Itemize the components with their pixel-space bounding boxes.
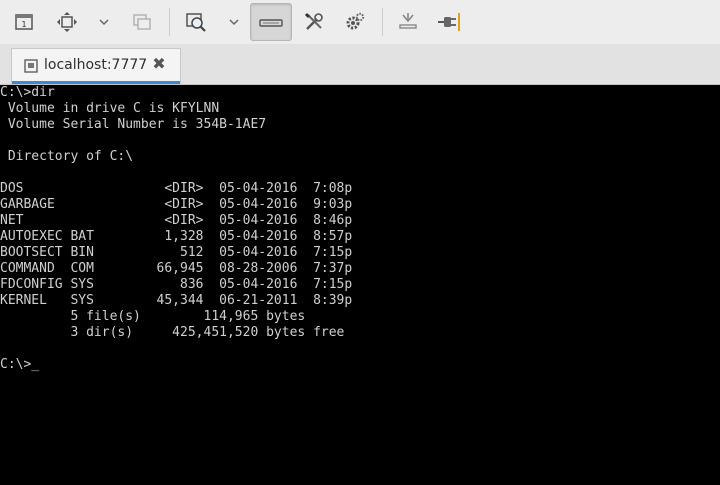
chevron-down-icon (99, 19, 109, 26)
windows-icon (133, 14, 151, 30)
download-button[interactable] (392, 3, 424, 41)
keyboard-button[interactable] (250, 3, 292, 41)
close-icon[interactable]: ✖ (151, 56, 167, 72)
tab-bar: localhost:7777 ✖ (0, 44, 720, 85)
keyboard-icon (259, 19, 283, 27)
fit-window-dropdown[interactable] (94, 3, 114, 41)
terminal-line: AUTOEXEC BAT 1,328 05-04-2016 8:57p (0, 229, 353, 244)
windows-button[interactable] (126, 3, 158, 41)
toolbar: 1 (0, 0, 720, 45)
terminal-line: Volume in drive C is KFYLNN (0, 101, 220, 116)
terminal-line: NET <DIR> 05-04-2016 8:46p (0, 213, 353, 228)
settings-gear-icon (346, 12, 365, 30)
toolbar-divider (382, 8, 383, 36)
terminal-line: KERNEL SYS 45,344 06-21-2011 8:39p (0, 293, 353, 308)
zoom-dropdown[interactable] (224, 3, 244, 41)
terminal-line: Volume Serial Number is 354B-1AE7 (0, 117, 267, 132)
terminal-line: FDCONFIG SYS 836 05-04-2016 7:15p (0, 277, 353, 292)
terminal-line: GARBAGE <DIR> 05-04-2016 9:03p (0, 197, 353, 212)
tab-label: localhost:7777 (44, 57, 148, 73)
terminal-prompt-line[interactable]: C:\>_ (0, 357, 39, 373)
terminal-line: C:\>dir (0, 85, 55, 100)
tab-localhost[interactable]: localhost:7777 ✖ (11, 48, 181, 84)
display-button[interactable]: 1 (8, 3, 40, 41)
zoom-button[interactable] (180, 3, 212, 41)
fit-window-icon (57, 12, 77, 32)
toolbar-divider (169, 8, 170, 36)
terminal-line: 3 dir(s) 425,451,520 bytes free (0, 325, 345, 340)
fit-window-button[interactable] (51, 3, 83, 41)
remote-desktop-icon (24, 59, 38, 73)
zoom-icon (186, 13, 206, 32)
terminal-line: Directory of C:\ (0, 149, 134, 164)
chevron-down-icon (229, 19, 239, 26)
disconnect-plug-icon (438, 13, 460, 31)
tools-icon (304, 12, 323, 30)
terminal-line: COMMAND COM 66,945 08-28-2006 7:37p (0, 261, 353, 276)
terminal-line: 5 file(s) 114,965 bytes (0, 309, 306, 324)
tools-button[interactable] (298, 3, 330, 41)
disconnect-button[interactable] (432, 3, 466, 41)
display-icon: 1 (15, 14, 33, 30)
svg-text:1: 1 (21, 20, 26, 29)
settings-button[interactable] (339, 3, 371, 41)
download-icon (399, 13, 417, 29)
terminal-screen[interactable]: C:\>dir Volume in drive C is KFYLNN Volu… (0, 85, 720, 485)
terminal-line: BOOTSECT BIN 512 05-04-2016 7:15p (0, 245, 353, 260)
terminal-line: DOS <DIR> 05-04-2016 7:08p (0, 181, 353, 196)
tab-active-indicator (12, 81, 180, 84)
